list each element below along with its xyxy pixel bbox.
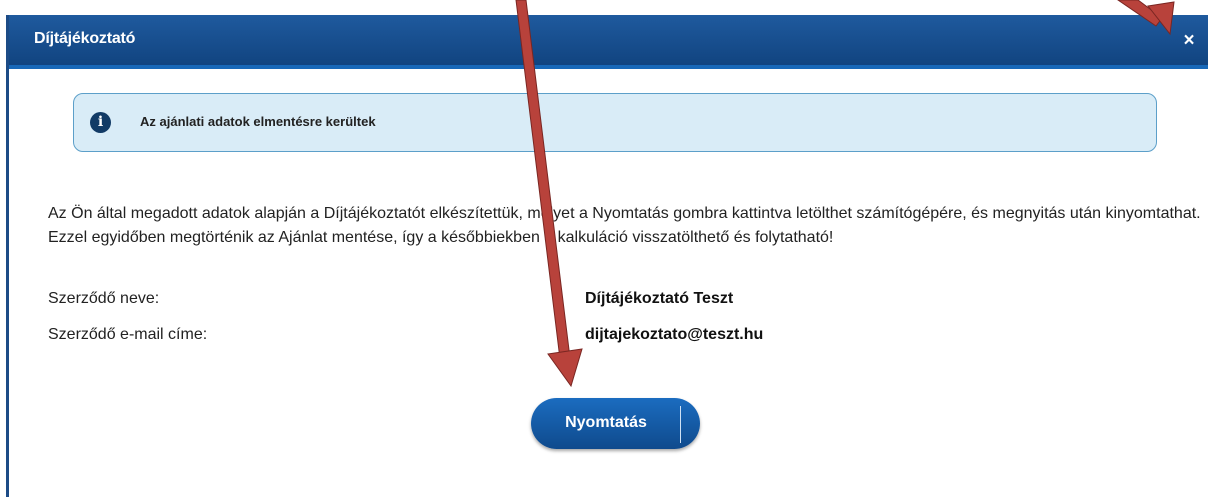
contractor-email-label: Szerződő e-mail címe: [48, 326, 208, 343]
close-icon[interactable]: × [1178, 29, 1200, 53]
print-button[interactable]: Nyomtatás [531, 398, 700, 449]
info-icon: i [90, 112, 111, 133]
contractor-name-value: Díjtájékoztató Teszt [585, 290, 734, 307]
contractor-email-value: dijtajekoztato@teszt.hu [585, 326, 764, 343]
print-button-label: Nyomtatás [565, 414, 647, 431]
screen: Díjtájékoztató × i Az ajánlati adatok el… [0, 0, 1208, 497]
notice-text: Az ajánlati adatok elmentésre kerültek [140, 114, 376, 129]
fee-info-dialog: Díjtájékoztató × i Az ajánlati adatok el… [6, 15, 1208, 497]
contractor-name-label: Szerződő neve: [48, 290, 160, 307]
description-text: Az Ön által megadott adatok alapján a Dí… [48, 205, 1201, 246]
dialog-titlebar: Díjtájékoztató × [9, 15, 1208, 69]
info-notice: i Az ajánlati adatok elmentésre kerültek [73, 93, 1157, 152]
print-button-divider [680, 406, 681, 443]
dialog-title: Díjtájékoztató [34, 30, 136, 47]
